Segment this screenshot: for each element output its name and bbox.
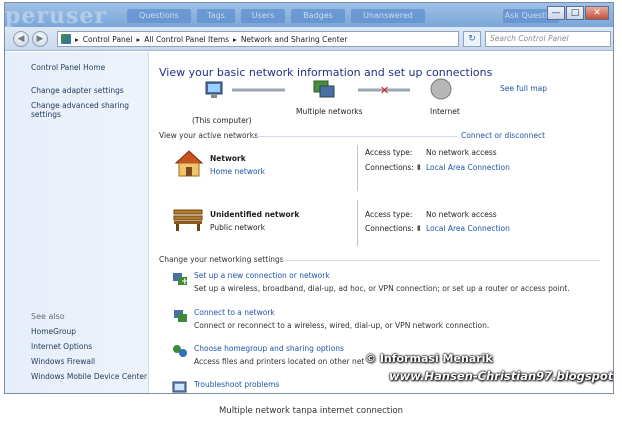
map-this-computer: (This computer) (192, 116, 252, 125)
sidebar-windows-firewall[interactable]: Windows Firewall (31, 357, 95, 366)
multiple-networks-icon[interactable] (313, 80, 335, 98)
maximize-button[interactable]: □ (566, 6, 584, 20)
background-tab: Tags (197, 9, 235, 23)
disconnected-x-icon: ✕ (380, 84, 389, 97)
watermark-line2: www.Hansen-Christian97.blogspot.co (389, 369, 614, 383)
computer-icon[interactable] (205, 81, 223, 98)
access-type-value: No network access (426, 148, 497, 157)
background-tab: Badges (291, 9, 345, 23)
connect-network-desc: Connect or reconnect to a wireless, wire… (194, 321, 490, 330)
network-type: Public network (210, 223, 266, 232)
setup-connection-link[interactable]: Set up a new connection or network (194, 271, 330, 280)
ethernet-icon: ▮ (417, 163, 421, 171)
access-type-value: No network access (426, 210, 497, 219)
sidebar-homegroup[interactable]: HomeGroup (31, 327, 76, 336)
vertical-separator (357, 200, 358, 246)
refresh-button[interactable]: ↻ (463, 31, 481, 47)
connections-label: Connections: (365, 224, 414, 233)
control-panel-icon (61, 34, 71, 44)
park-bench-icon (173, 209, 203, 231)
svg-text:+: + (181, 277, 188, 286)
homegroup-icon (173, 345, 187, 357)
breadcrumb-control-panel[interactable]: Control Panel (83, 35, 133, 44)
map-multiple-networks[interactable]: Multiple networks (296, 107, 363, 116)
troubleshoot-link[interactable]: Troubleshoot problems (194, 380, 279, 389)
setup-connection-desc: Set up a wireless, broadband, dial-up, a… (194, 284, 570, 293)
breadcrumb-separator[interactable]: ▸ (75, 35, 79, 44)
close-button[interactable]: ✕ (585, 6, 609, 20)
sidebar-internet-options[interactable]: Internet Options (31, 342, 92, 351)
see-full-map-link[interactable]: See full map (500, 84, 547, 93)
local-area-connection-link[interactable]: Local Area Connection (426, 163, 510, 172)
ethernet-icon: ▮ (417, 224, 421, 232)
watermark-line1: © Informasi Menarik (365, 352, 493, 365)
sidebar-windows-mobile-device-center[interactable]: Windows Mobile Device Center (31, 372, 147, 381)
connections-label: Connections: (365, 163, 414, 172)
sidebar-change-advanced-sharing[interactable]: Change advanced sharing settings (31, 101, 141, 119)
internet-globe-icon[interactable] (430, 78, 452, 100)
sidebar-change-adapter-settings[interactable]: Change adapter settings (31, 86, 124, 95)
homegroup-sharing-link[interactable]: Choose homegroup and sharing options (194, 344, 344, 353)
connect-network-link[interactable]: Connect to a network (194, 308, 275, 317)
breadcrumb-separator[interactable]: ▸ (137, 35, 141, 44)
sidebar: Control Panel Home Change adapter settin… (5, 52, 149, 393)
homegroup-sharing-desc: Access files and printers located on oth… (194, 357, 364, 366)
divider (280, 260, 600, 261)
image-caption: Multiple network tanpa internet connecti… (218, 406, 404, 416)
divider (252, 136, 457, 137)
breadcrumb-network-sharing[interactable]: Network and Sharing Center (241, 35, 348, 44)
see-also-heading: See also (31, 312, 65, 321)
network-map: ✕ (205, 78, 452, 100)
address-bar[interactable]: ▸ Control Panel ▸ All Control Panel Item… (57, 31, 459, 47)
active-networks-title: View your active networks (159, 131, 258, 140)
main-content: View your basic network information and … (150, 52, 613, 393)
address-toolbar: ◀ ▶ ▸ Control Panel ▸ All Control Panel … (5, 27, 613, 51)
local-area-connection-link[interactable]: Local Area Connection (426, 224, 510, 233)
map-internet[interactable]: Internet (430, 107, 460, 116)
new-connection-icon: + (173, 273, 188, 286)
forward-button[interactable]: ▶ (32, 31, 48, 47)
search-input[interactable]: Search Control Panel (485, 31, 611, 47)
settings-title: Change your networking settings (159, 255, 284, 264)
access-type-label: Access type: (365, 148, 413, 157)
house-icon (174, 150, 204, 177)
vertical-separator (357, 145, 358, 191)
breadcrumb-separator[interactable]: ▸ (233, 35, 237, 44)
back-button[interactable]: ◀ (13, 31, 29, 47)
background-brand-text: peruser (5, 3, 107, 27)
sidebar-control-panel-home[interactable]: Control Panel Home (31, 63, 105, 72)
network-type-link[interactable]: Home network (210, 167, 265, 176)
network-name: Unidentified network (210, 210, 300, 219)
background-tab: Unanswered (351, 9, 425, 23)
access-type-label: Access type: (365, 210, 413, 219)
background-tab: Users (241, 9, 285, 23)
window: peruser Questions Tags Users Badges Unan… (4, 2, 614, 394)
minimize-button[interactable]: — (547, 6, 565, 20)
breadcrumb-all-items[interactable]: All Control Panel Items (144, 35, 229, 44)
troubleshoot-icon (172, 381, 187, 393)
title-bar: peruser Questions Tags Users Badges Unan… (5, 3, 613, 27)
connect-disconnect-link[interactable]: Connect or disconnect (461, 131, 545, 140)
background-tab: Questions (127, 9, 191, 23)
window-controls: — □ ✕ (547, 6, 609, 20)
connect-network-icon (174, 310, 187, 322)
network-name: Network (210, 154, 246, 163)
